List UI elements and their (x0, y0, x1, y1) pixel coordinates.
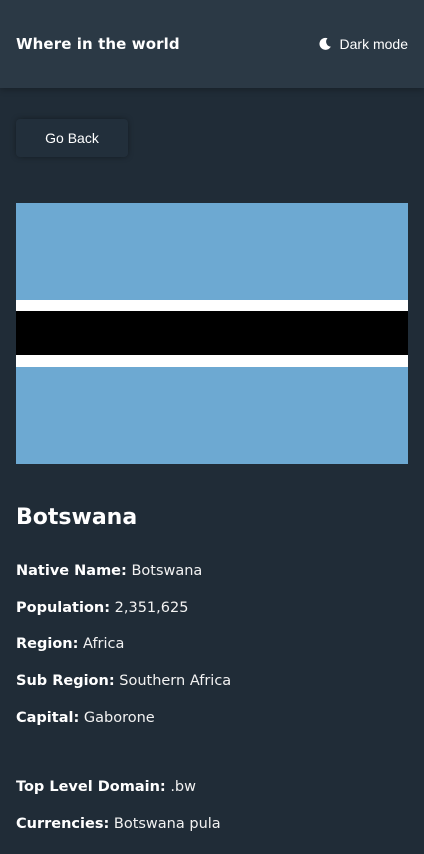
go-back-button[interactable]: Go Back (16, 119, 128, 157)
detail-value: Southern Africa (119, 673, 232, 689)
detail-native-name: Native Name: Botswana (16, 563, 202, 579)
country-name: Botswana (16, 505, 138, 530)
detail-population: Population: 2,351,625 (16, 600, 188, 616)
detail-top-level-domain: Top Level Domain: .bw (16, 779, 196, 795)
detail-label: Population: (16, 600, 111, 616)
detail-value: .bw (170, 779, 197, 795)
detail-label: Capital: (16, 710, 80, 726)
detail-label: Sub Region: (16, 673, 115, 689)
dark-mode-toggle[interactable]: Dark mode (318, 36, 408, 52)
detail-label: Currencies: (16, 816, 110, 832)
detail-value: Africa (83, 636, 125, 652)
detail-capital: Capital: Gaborone (16, 710, 155, 726)
detail-sub-region: Sub Region: Southern Africa (16, 673, 231, 689)
detail-currencies: Currencies: Botswana pula (16, 816, 221, 832)
detail-label: Top Level Domain: (16, 779, 166, 795)
detail-value: Gaborone (83, 710, 155, 726)
dark-mode-label: Dark mode (339, 36, 408, 52)
detail-value: Botswana pula (113, 816, 221, 832)
detail-label: Region: (16, 636, 79, 652)
flag-black-band (16, 311, 408, 355)
detail-value: 2,351,625 (114, 600, 189, 616)
app-title[interactable]: Where in the world (16, 35, 180, 53)
app-header: Where in the world Dark mode (0, 0, 424, 88)
country-flag (16, 203, 408, 464)
detail-value: Botswana (131, 563, 203, 579)
detail-region: Region: Africa (16, 636, 124, 652)
moon-icon (318, 37, 332, 51)
detail-label: Native Name: (16, 563, 127, 579)
